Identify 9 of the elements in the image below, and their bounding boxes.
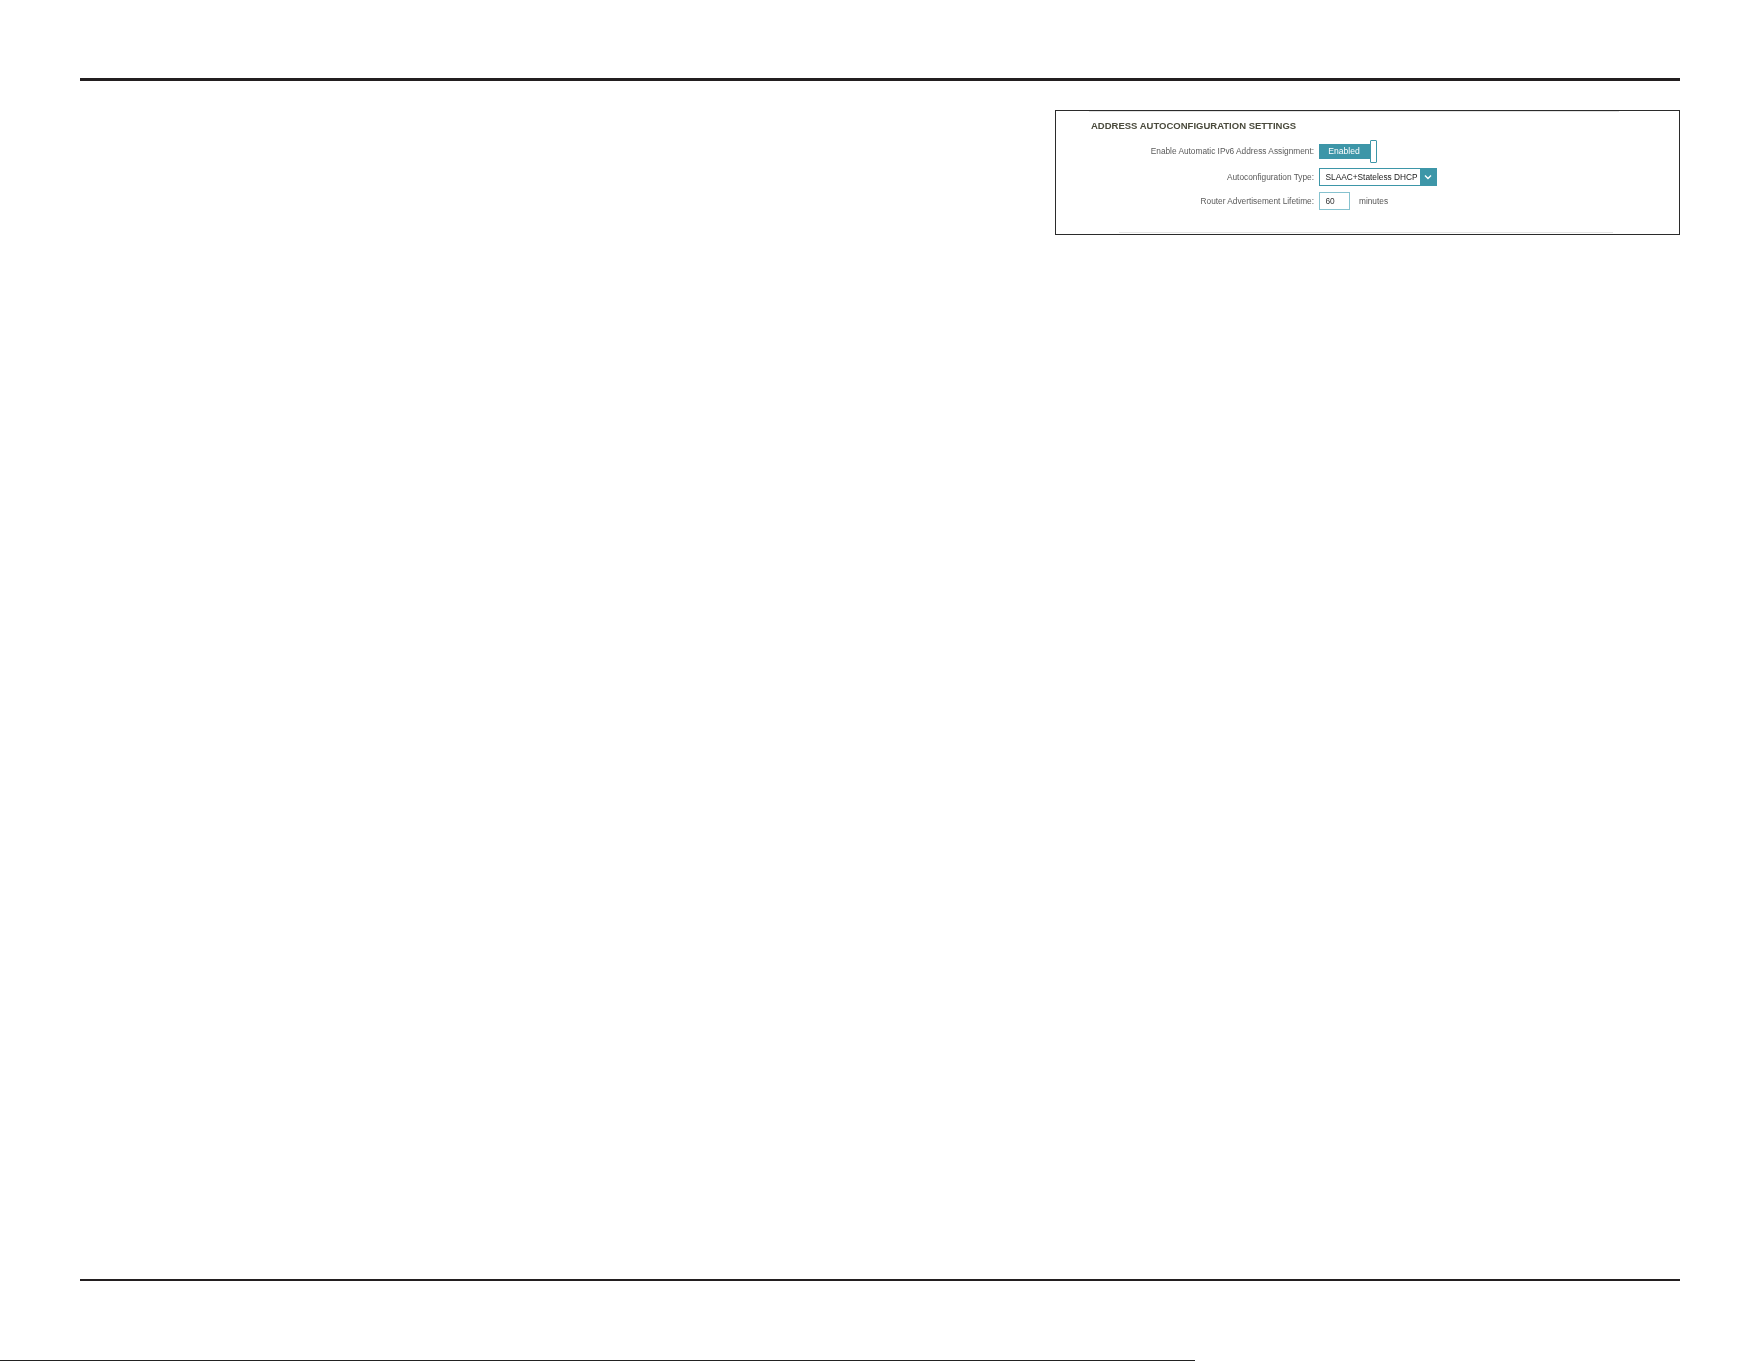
field-label: Enable Automatic IPv6 Address Assignment:: [1150, 146, 1314, 156]
section-heading: ADDRESS AUTOCONFIGURATION SETTINGS: [1091, 120, 1297, 132]
input-field[interactable]: 60: [1318, 191, 1350, 210]
unit-label: minutes: [1359, 195, 1389, 206]
field-label: Router Advertisement Lifetime:: [1200, 195, 1314, 206]
dropdown[interactable]: SLAAC+Stateless DHCP: [1318, 168, 1437, 186]
chevron-down-icon[interactable]: [1420, 169, 1436, 185]
toggle-handle[interactable]: [1369, 139, 1377, 163]
field-label: Autoconfiguration Type:: [1226, 172, 1314, 182]
